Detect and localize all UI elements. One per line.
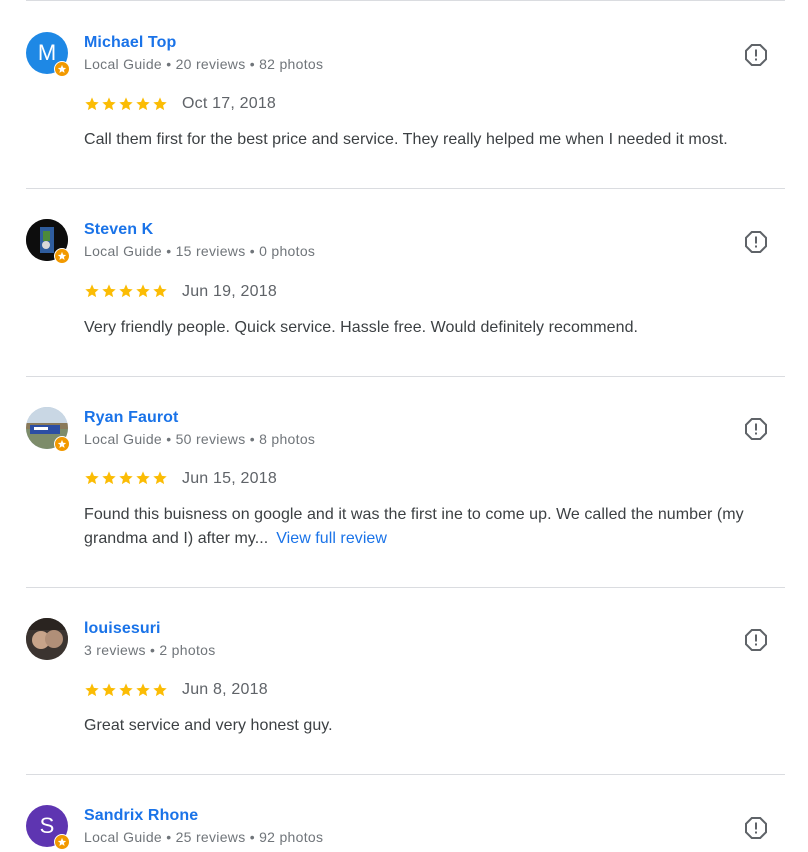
star-icon	[136, 97, 150, 111]
review-text: Very friendly people. Quick service. Has…	[84, 316, 784, 340]
review-item: M Michael Top Local Guide • 20 reviews •…	[0, 0, 808, 190]
reviewer-meta: Local Guide • 25 reviews • 92 photos	[84, 829, 324, 845]
reviewer-name[interactable]: Steven K	[84, 221, 153, 239]
rating-stars	[84, 682, 168, 698]
review-item: louisesuri 3 reviews • 2 photos Jun 8, 2…	[0, 587, 808, 777]
star-icon	[119, 284, 133, 298]
local-guide-badge-icon	[54, 61, 70, 77]
rating-stars	[84, 283, 168, 299]
star-icon	[85, 97, 99, 111]
star-icon	[136, 683, 150, 697]
star-icon	[136, 284, 150, 298]
review-text: Call them first for the best price and s…	[84, 128, 784, 152]
avatar[interactable]	[26, 219, 70, 264]
reviewer-meta: Local Guide • 20 reviews • 82 photos	[84, 56, 324, 72]
reviewer-name[interactable]: Michael Top	[84, 34, 176, 52]
star-icon	[102, 471, 116, 485]
review-body: Very friendly people. Quick service. Has…	[84, 319, 639, 336]
star-icon	[119, 97, 133, 111]
report-flag-icon[interactable]	[744, 628, 768, 652]
star-icon	[119, 683, 133, 697]
rating-stars	[84, 470, 168, 486]
reviewer-meta: Local Guide • 50 reviews • 8 photos	[84, 431, 316, 447]
star-icon	[153, 97, 167, 111]
avatar[interactable]: S	[26, 805, 70, 850]
review-body: Call them first for the best price and s…	[84, 131, 728, 148]
view-full-review-link[interactable]: View full review	[276, 530, 387, 547]
review-item: Steven K Local Guide • 15 reviews • 0 ph…	[0, 188, 808, 378]
star-icon	[153, 284, 167, 298]
star-icon	[85, 471, 99, 485]
report-flag-icon[interactable]	[744, 230, 768, 254]
reviewer-meta: Local Guide • 15 reviews • 0 photos	[84, 243, 316, 259]
review-date: Jun 19, 2018	[182, 283, 277, 300]
star-icon	[85, 284, 99, 298]
reviewer-name[interactable]: Ryan Faurot	[84, 409, 178, 427]
local-guide-badge-icon	[54, 436, 70, 452]
review-item: Ryan Faurot Local Guide • 50 reviews • 8…	[0, 376, 808, 588]
rating-stars	[84, 96, 168, 112]
review-date: Jun 15, 2018	[182, 470, 277, 487]
local-guide-badge-icon	[54, 248, 70, 264]
star-icon	[153, 471, 167, 485]
report-flag-icon[interactable]	[744, 43, 768, 67]
star-icon	[102, 683, 116, 697]
review-date: Oct 17, 2018	[182, 95, 277, 112]
star-icon	[119, 471, 133, 485]
review-text: Found this buisness on google and it was…	[84, 503, 784, 551]
reviewer-meta: 3 reviews • 2 photos	[84, 642, 216, 658]
avatar-photo	[26, 618, 68, 660]
star-icon	[153, 683, 167, 697]
avatar[interactable]: M	[26, 32, 70, 77]
local-guide-badge-icon	[54, 834, 70, 850]
review-text: Great service and very honest guy.	[84, 714, 784, 738]
avatar[interactable]	[26, 407, 70, 452]
review-body: Great service and very honest guy.	[84, 717, 333, 734]
star-icon	[102, 284, 116, 298]
star-icon	[102, 97, 116, 111]
reviewer-name[interactable]: louisesuri	[84, 620, 161, 638]
avatar[interactable]	[26, 618, 68, 660]
star-icon	[136, 471, 150, 485]
review-date: Jun 8, 2018	[182, 681, 268, 698]
report-flag-icon[interactable]	[744, 816, 768, 840]
review-body: Found this buisness on google and it was…	[84, 506, 744, 547]
report-flag-icon[interactable]	[744, 417, 768, 441]
reviewer-name[interactable]: Sandrix Rhone	[84, 807, 198, 825]
star-icon	[85, 683, 99, 697]
review-item: S Sandrix Rhone Local Guide • 25 reviews…	[0, 774, 808, 852]
